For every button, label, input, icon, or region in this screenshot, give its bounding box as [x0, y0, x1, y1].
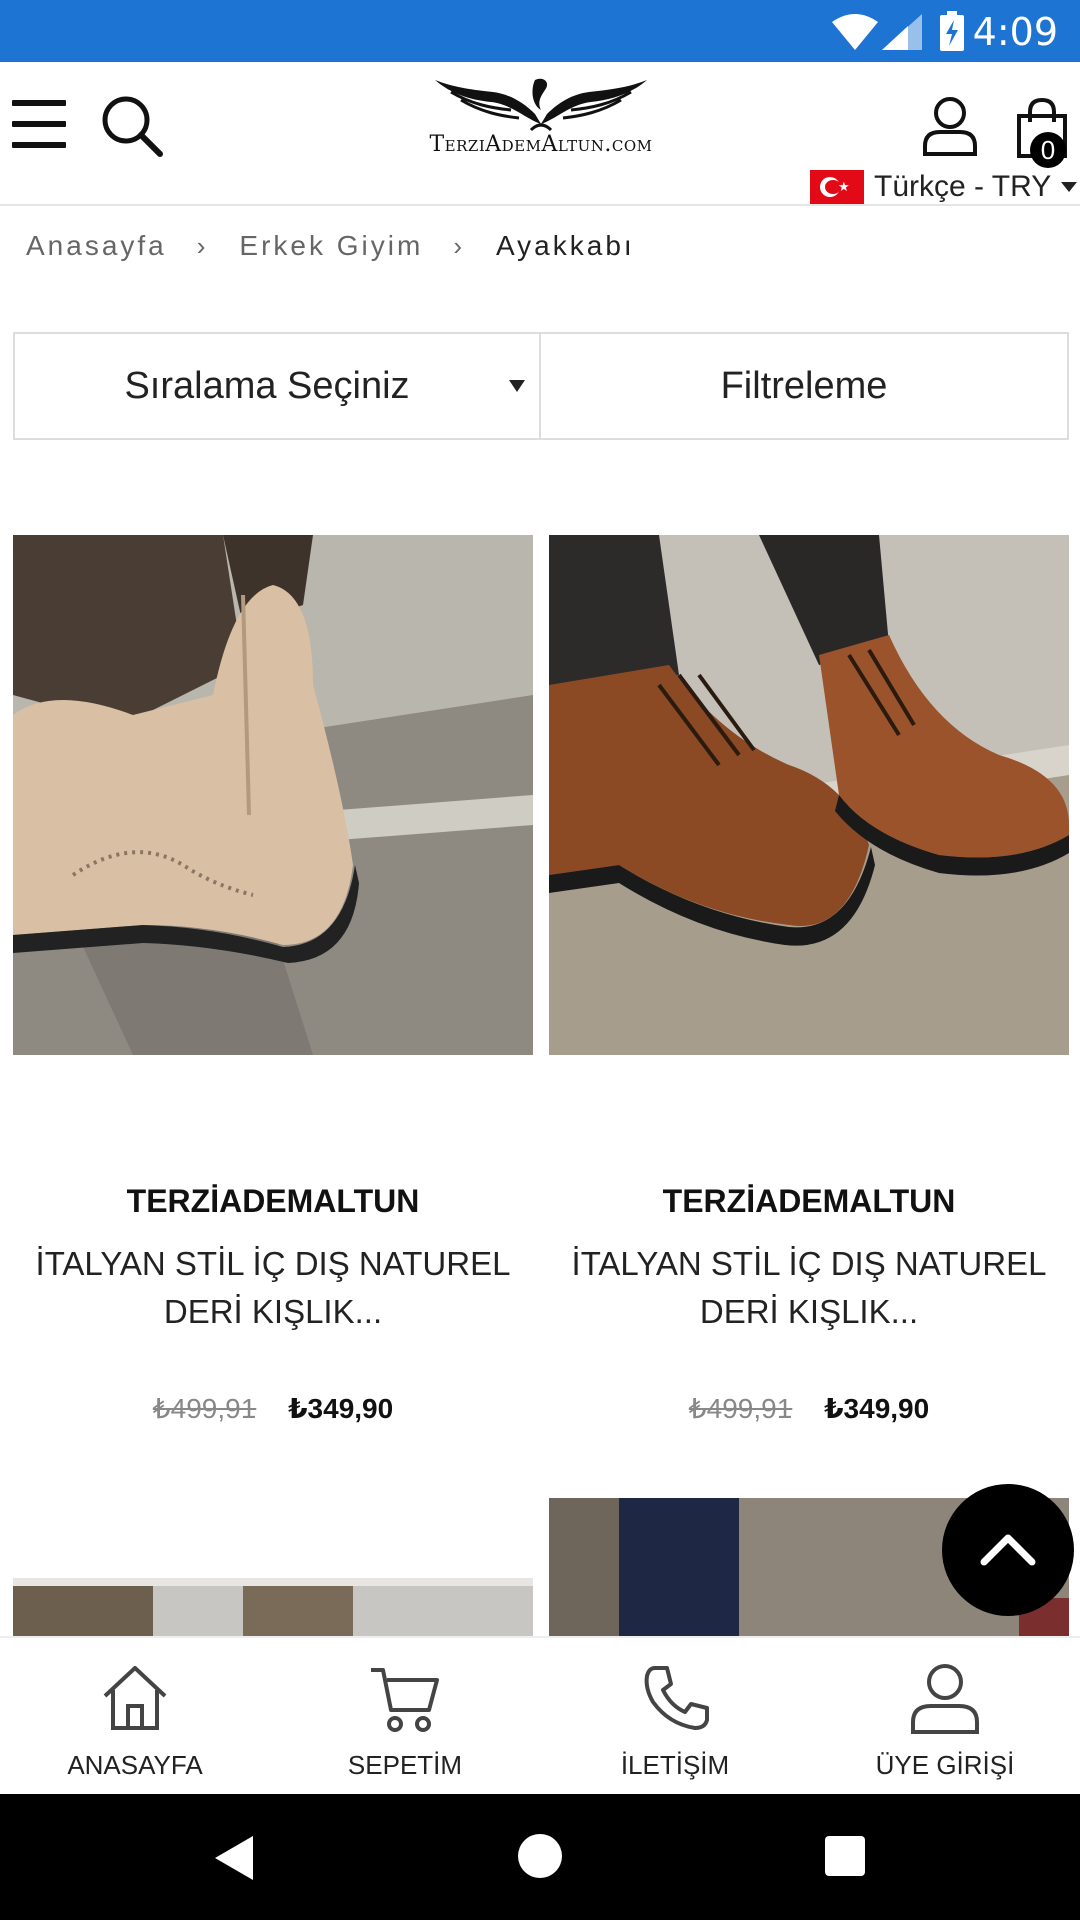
user-icon[interactable] [922, 96, 978, 156]
back-icon[interactable] [215, 1836, 253, 1880]
site-logo[interactable]: TerziAdemAltun.com [426, 74, 656, 184]
breadcrumb-separator: › [196, 230, 206, 261]
back-to-top-button[interactable] [942, 1484, 1074, 1616]
product-card[interactable]: TERZİADEMALTUN İTALYAN STİL İÇ DIŞ NATUR… [549, 535, 1069, 1425]
product-name[interactable]: İTALYAN STİL İÇ DIŞ NATUREL DERİ KIŞLIK.… [13, 1240, 533, 1336]
breadcrumb: Anasayfa › Erkek Giyim › Ayakkabı [26, 226, 635, 266]
home-icon [103, 1666, 167, 1730]
breadcrumb-category[interactable]: Erkek Giyim [239, 230, 423, 262]
language-label: Türkçe - TRY [874, 170, 1052, 203]
nav-label: ÜYE GİRİŞİ [875, 1750, 1015, 1780]
user-login-icon [911, 1664, 979, 1734]
new-price: ₺349,90 [288, 1393, 394, 1424]
product-image[interactable] [13, 535, 533, 1055]
cart-count-badge: 0 [1030, 132, 1066, 168]
breadcrumb-current: Ayakkabı [496, 230, 635, 261]
status-bar: 4:09 [0, 0, 1080, 62]
old-price: ₺499,91 [688, 1393, 793, 1424]
caret-down-icon [1061, 182, 1078, 192]
nav-home[interactable]: ANASAYFA [0, 1638, 270, 1796]
product-price: ₺499,91 ₺349,90 [549, 1392, 1069, 1425]
sort-select[interactable]: Sıralama Seçiniz [15, 334, 541, 438]
phone-icon [644, 1666, 709, 1730]
wifi-icon [832, 14, 878, 50]
product-name[interactable]: İTALYAN STİL İÇ DIŞ NATUREL DERİ KIŞLIK.… [549, 1240, 1069, 1336]
bottom-navigation: ANASAYFA SEPETİM İLETİŞİM ÜYE GİRİŞİ [0, 1636, 1080, 1794]
breadcrumb-separator: › [453, 230, 462, 261]
filter-label: Filtreleme [720, 364, 888, 407]
flag-tr-icon: ★ [810, 170, 864, 204]
nav-label: ANASAYFA [67, 1750, 203, 1780]
caret-down-icon [509, 380, 525, 392]
sort-filter-bar: Sıralama Seçiniz Filtreleme [13, 332, 1069, 440]
home-circle-icon[interactable] [518, 1834, 562, 1878]
language-currency-selector[interactable]: ★ Türkçe - TRY [810, 170, 1078, 204]
eagle-logo-icon [435, 78, 647, 132]
nav-login[interactable]: ÜYE GİRİŞİ [810, 1638, 1080, 1796]
logo-text: TerziAdemAltun.com [429, 132, 653, 157]
nav-cart[interactable]: SEPETİM [270, 1638, 540, 1796]
recents-icon[interactable] [825, 1836, 865, 1876]
site-header: TerziAdemAltun.com 0 ★ Türkçe - TRY [0, 62, 1080, 206]
sort-label: Sıralama Seçiniz [124, 364, 410, 407]
product-brand: TERZİADEMALTUN [126, 1183, 420, 1219]
nav-contact[interactable]: İLETİŞİM [540, 1638, 810, 1796]
chevron-up-icon [980, 1534, 1036, 1566]
battery-icon [940, 11, 964, 51]
new-price: ₺349,90 [824, 1393, 930, 1424]
nav-label: İLETİŞİM [620, 1750, 730, 1780]
product-brand: TERZİADEMALTUN [662, 1183, 956, 1219]
status-time: 4:09 [972, 10, 1058, 54]
product-price: ₺499,91 ₺349,90 [13, 1392, 533, 1425]
menu-icon[interactable] [12, 100, 66, 148]
shopping-cart-icon [371, 1668, 439, 1732]
filter-button[interactable]: Filtreleme [541, 334, 1067, 438]
signal-icon [882, 14, 922, 50]
old-price: ₺499,91 [152, 1393, 257, 1424]
product-card[interactable]: TERZİADEMALTUN İTALYAN STİL İÇ DIŞ NATUR… [13, 535, 533, 1425]
product-image[interactable] [13, 1578, 533, 1636]
product-image[interactable] [549, 535, 1069, 1055]
system-navigation-bar [0, 1794, 1080, 1920]
breadcrumb-home[interactable]: Anasayfa [26, 230, 167, 262]
search-icon[interactable] [100, 94, 164, 158]
nav-label: SEPETİM [347, 1750, 463, 1780]
